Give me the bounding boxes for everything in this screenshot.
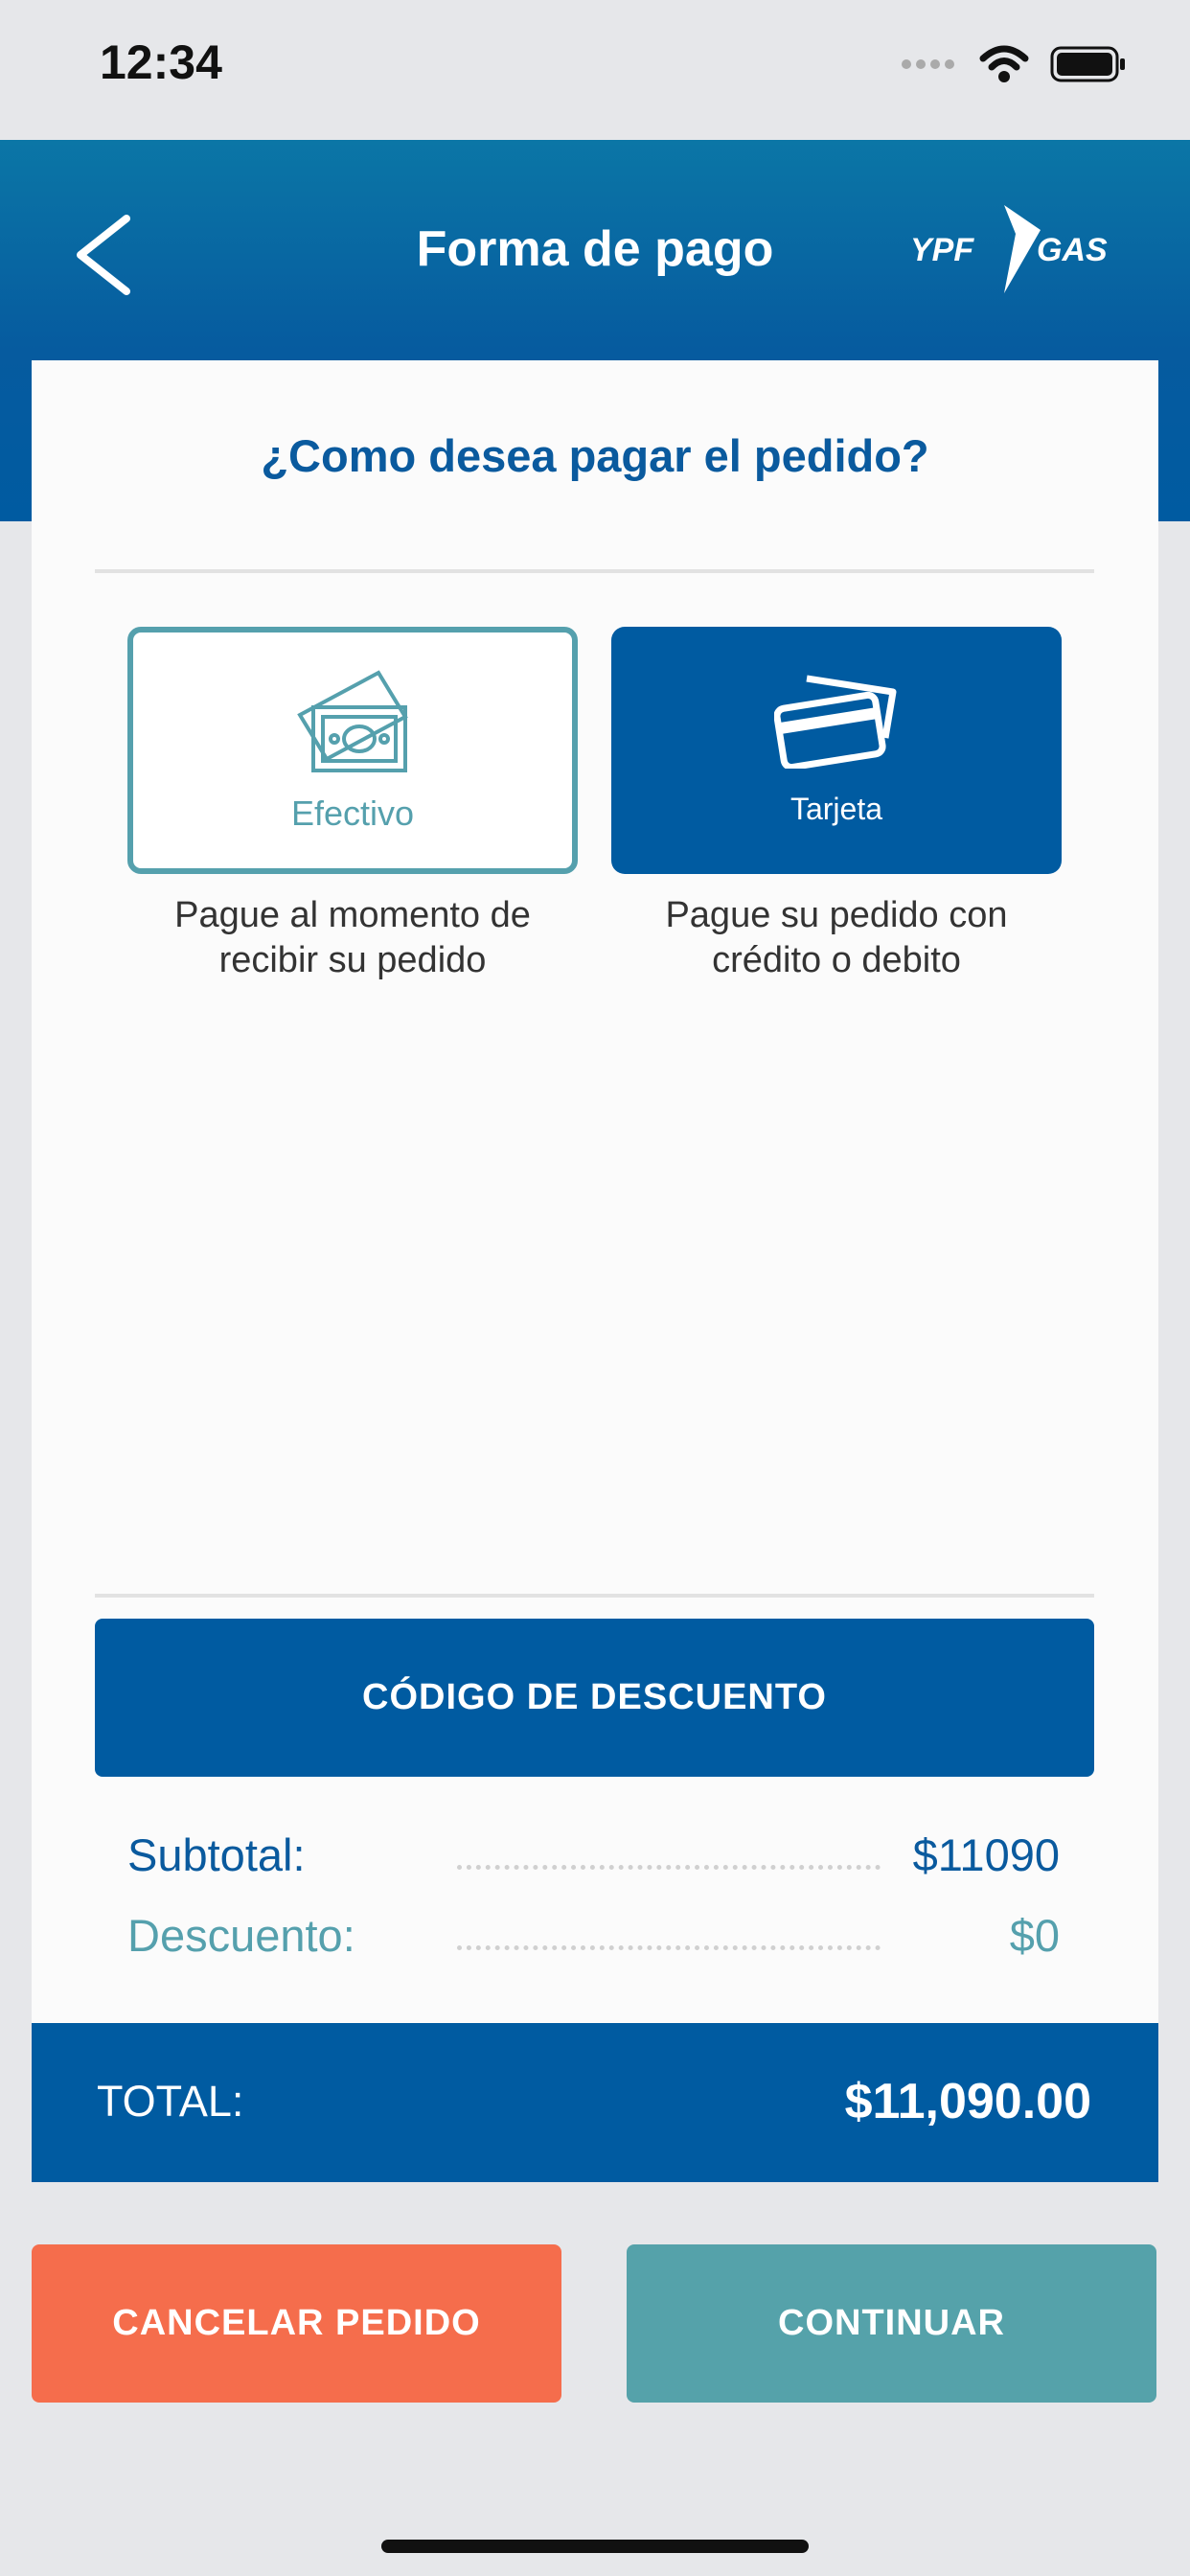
option-cash-description: Pague al momento de recibir su pedido bbox=[174, 895, 531, 980]
subtotal-row: Subtotal: $11090 bbox=[127, 1828, 1060, 1886]
signal-icon bbox=[902, 59, 954, 69]
payment-question: ¿Como desea pagar el pedido? bbox=[261, 430, 929, 481]
subtotal-label: Subtotal: bbox=[127, 1829, 306, 1880]
logo-left-text: YPF bbox=[910, 232, 974, 268]
discount-row: Descuento: $0 bbox=[127, 1909, 1060, 1966]
cash-icon bbox=[297, 670, 408, 772]
subtotal-value: $11090 bbox=[912, 1829, 1060, 1880]
option-cash-label: Efectivo bbox=[290, 794, 415, 833]
credit-card-icon bbox=[774, 675, 897, 769]
discount-value: $0 bbox=[1009, 1910, 1060, 1961]
ypf-gas-logo: YPF GAS bbox=[910, 205, 1108, 293]
discount-dots bbox=[457, 1945, 881, 1950]
discount-code-button[interactable]: CÓDIGO DE DESCUENTO bbox=[95, 1619, 1094, 1777]
status-bar: 12:34 bbox=[0, 0, 1190, 140]
option-card[interactable]: Tarjeta bbox=[611, 627, 1062, 874]
wifi-icon bbox=[979, 45, 1029, 82]
subtotal-dots bbox=[457, 1865, 881, 1870]
total-bar: TOTAL: $11,090.00 bbox=[32, 2023, 1158, 2182]
cancel-order-button[interactable]: CANCELAR PEDIDO bbox=[32, 2244, 561, 2403]
payment-card: ¿Como desea pagar el pedido? Efectivo Ta… bbox=[32, 360, 1158, 2023]
battery-icon bbox=[1050, 46, 1125, 82]
status-time: 12:34 bbox=[100, 35, 222, 89]
discount-label: Descuento: bbox=[127, 1910, 355, 1961]
option-cash[interactable]: Efectivo bbox=[127, 627, 578, 874]
home-indicator[interactable] bbox=[381, 2540, 809, 2553]
continue-button[interactable]: CONTINUAR bbox=[627, 2244, 1156, 2403]
total-value: $11,090.00 bbox=[844, 2074, 1091, 2129]
option-card-label: Tarjeta bbox=[790, 792, 883, 826]
option-card-description: Pague su pedido con crédito o debito bbox=[665, 895, 1008, 980]
total-label: TOTAL: bbox=[97, 2077, 244, 2126]
divider-bottom bbox=[95, 1594, 1094, 1598]
divider-top bbox=[95, 569, 1094, 573]
status-icons bbox=[901, 40, 1127, 88]
logo-right-text: GAS bbox=[1037, 232, 1108, 268]
